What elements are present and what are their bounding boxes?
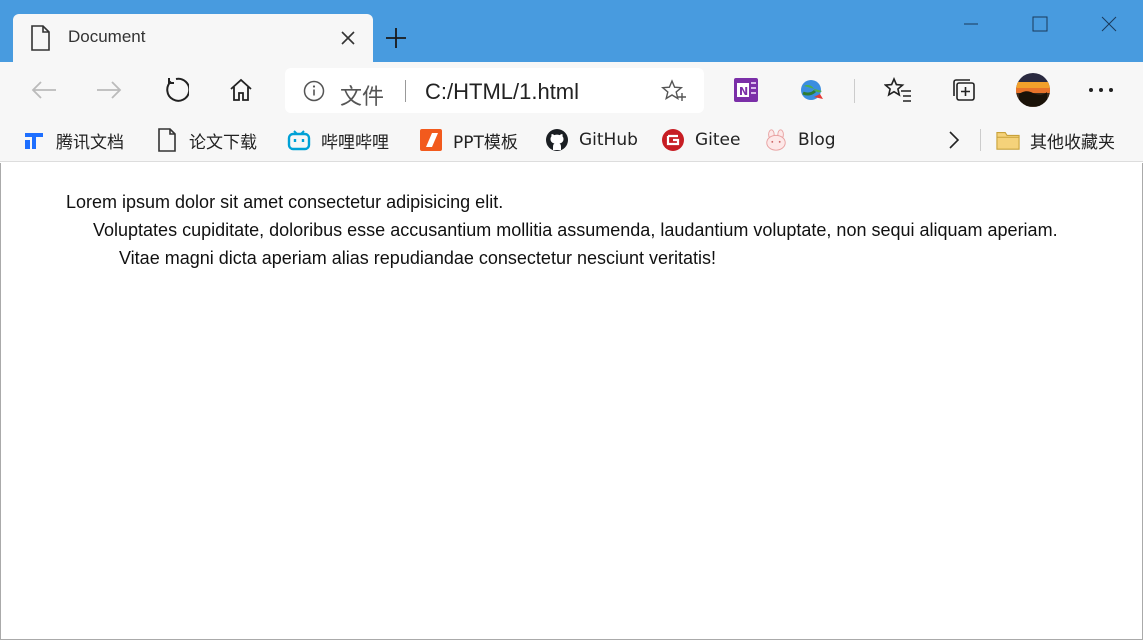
home-icon[interactable] (225, 74, 257, 106)
blog-rabbit-icon (764, 128, 788, 152)
folder-icon (996, 128, 1020, 152)
address-bar[interactable]: 文件 C:/HTML/1.html (285, 68, 704, 113)
scheme-label: 文件 (340, 85, 385, 110)
collections-icon[interactable] (948, 74, 980, 106)
bookmark-blog[interactable]: Blog (764, 127, 836, 153)
other-favorites-folder[interactable]: 其他收藏夹 (996, 127, 1115, 153)
document-icon (155, 128, 179, 152)
refresh-icon[interactable] (160, 74, 192, 106)
address-separator (405, 80, 406, 102)
url-text[interactable]: C:/HTML/1.html (425, 79, 579, 105)
maximize-icon[interactable] (1025, 10, 1055, 38)
bookmark-label: 其他收藏夹 (1030, 132, 1115, 153)
profile-avatar[interactable] (1015, 72, 1051, 108)
document-icon (30, 25, 50, 51)
content-line-2: Voluptates cupiditate, doloribus esse ac… (93, 220, 1058, 240)
bookmark-paper-download[interactable]: 论文下载 (155, 127, 257, 153)
add-favorite-icon[interactable] (660, 79, 687, 103)
toolbar-divider (854, 79, 855, 103)
bookmarks-divider (980, 129, 981, 151)
bookmark-label: 腾讯文档 (56, 132, 124, 153)
bookmark-label: GitHub (579, 130, 638, 150)
bookmark-label: 论文下载 (189, 132, 257, 153)
minimize-icon[interactable] (956, 10, 986, 38)
bookmark-label: Gitee (695, 130, 741, 150)
svg-text:N: N (739, 85, 748, 98)
bookmark-ppt-templates[interactable]: PPT模板 (419, 127, 518, 153)
forward-icon[interactable] (93, 74, 125, 106)
bookmark-bilibili[interactable]: 哔哩哔哩 (287, 127, 389, 153)
bookmark-label: PPT模板 (453, 132, 518, 153)
back-icon[interactable] (28, 74, 60, 106)
download-manager-icon[interactable] (796, 74, 828, 106)
bilibili-icon (287, 128, 311, 152)
content-line-1: Lorem ipsum dolor sit amet consectetur a… (66, 192, 504, 212)
toolbar: 文件 C:/HTML/1.html N (0, 62, 1143, 118)
bookmark-label: 哔哩哔哩 (321, 132, 389, 153)
tencent-docs-icon (22, 128, 46, 152)
new-tab-button[interactable] (383, 25, 409, 51)
gitee-icon (661, 128, 685, 152)
more-options-icon[interactable] (1085, 74, 1117, 106)
title-bar: Document (0, 0, 1143, 62)
bookmark-github[interactable]: GitHub (545, 127, 638, 153)
bookmark-tencent-docs[interactable]: 腾讯文档 (22, 127, 124, 153)
active-tab[interactable]: Document (13, 14, 373, 62)
page-content: Lorem ipsum dolor sit amet consectetur a… (0, 163, 1143, 640)
close-tab-icon[interactable] (337, 27, 359, 49)
bookmark-label: Blog (798, 130, 836, 150)
close-window-icon[interactable] (1094, 10, 1124, 38)
chevron-right-icon[interactable] (942, 128, 966, 152)
favorites-icon[interactable] (882, 74, 914, 106)
bookmarks-bar: 腾讯文档 论文下载 哔哩哔哩 PPT模板 GitHub Gitee Blog 其… (0, 118, 1143, 162)
tab-title: Document (68, 27, 146, 46)
github-icon (545, 128, 569, 152)
onenote-icon[interactable]: N (730, 74, 762, 106)
bookmark-gitee[interactable]: Gitee (661, 127, 740, 153)
info-icon[interactable] (303, 80, 325, 102)
content-line-3: Vitae magni dicta aperiam alias repudian… (119, 248, 717, 268)
ppt-icon (419, 128, 443, 152)
